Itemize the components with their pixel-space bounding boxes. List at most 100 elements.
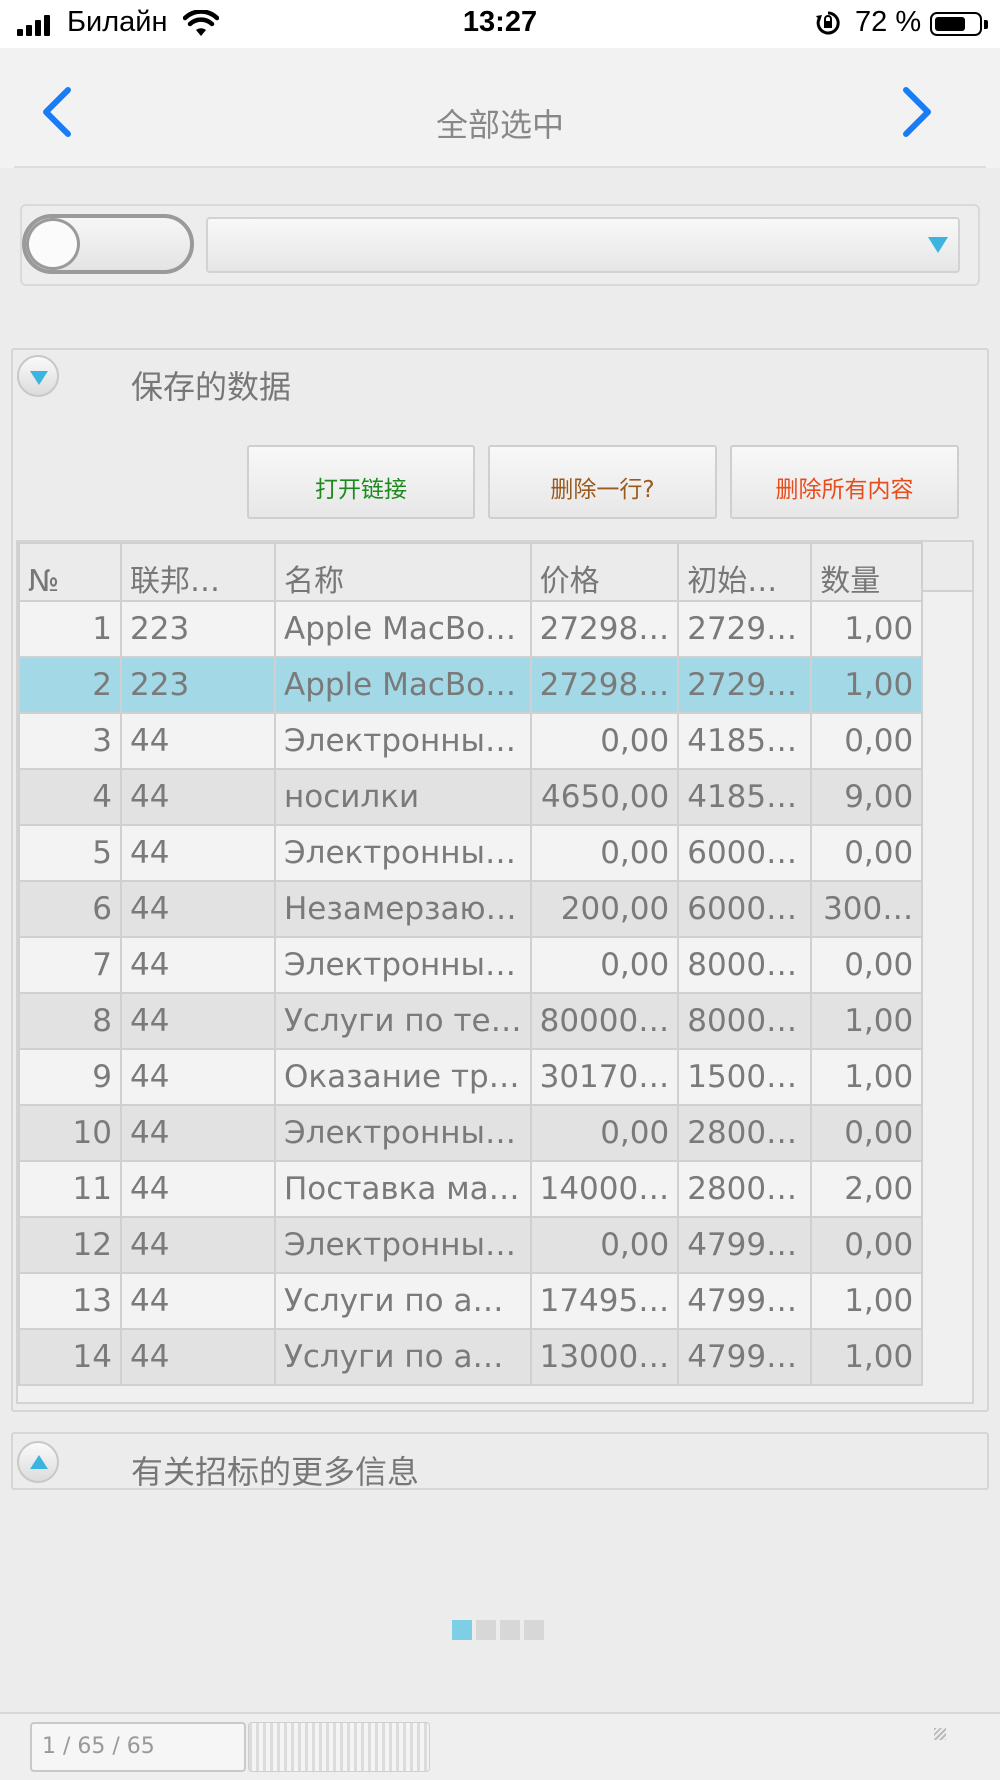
table-row[interactable]: 4 44 носилки 4650,00 4185… 9,00 <box>18 768 924 826</box>
cell-price[interactable]: 200,00 <box>529 880 680 938</box>
cell-name[interactable]: Услуги по а… <box>274 1328 532 1386</box>
cell-quantity[interactable]: 1,00 <box>810 992 924 1050</box>
cell-number[interactable]: 12 <box>18 1216 122 1274</box>
cell-number[interactable]: 3 <box>18 712 122 770</box>
cell-initial[interactable]: 6000… <box>677 824 813 882</box>
cell-initial[interactable]: 4799… <box>677 1272 813 1330</box>
cell-initial[interactable]: 2800… <box>677 1104 813 1162</box>
cell-price[interactable]: 30170… <box>529 1048 680 1106</box>
column-header-name[interactable]: 名称 <box>274 542 532 602</box>
data-grid[interactable]: № 联邦… 名称 价格 初始… 数量 1 223 Apple MacBo… 27298… <box>16 540 974 1404</box>
cell-initial[interactable]: 8000… <box>677 936 813 994</box>
delete-all-button[interactable]: 删除所有内容 <box>730 445 959 519</box>
table-row[interactable]: 10 44 Электронны… 0,00 2800… 0,00 <box>18 1104 924 1162</box>
cell-quantity[interactable]: 300… <box>810 880 924 938</box>
cell-name[interactable]: Незамерзаю… <box>274 880 532 938</box>
table-row[interactable]: 1 223 Apple MacBo… 27298… 2729… 1,00 <box>18 600 924 658</box>
cell-price[interactable]: 14000… <box>529 1160 680 1218</box>
cell-price[interactable]: 4650,00 <box>529 768 680 826</box>
table-row[interactable]: 7 44 Электронны… 0,00 8000… 0,00 <box>18 936 924 994</box>
cell-name[interactable]: Электронны… <box>274 1216 532 1274</box>
cell-law[interactable]: 223 <box>120 656 276 714</box>
cell-law[interactable]: 44 <box>120 1216 276 1274</box>
cell-quantity[interactable]: 2,00 <box>810 1160 924 1218</box>
cell-law[interactable]: 44 <box>120 992 276 1050</box>
cell-quantity[interactable]: 0,00 <box>810 1216 924 1274</box>
table-row[interactable]: 13 44 Услуги по а… 17495… 4799… 1,00 <box>18 1272 924 1330</box>
page-dot[interactable] <box>452 1620 472 1640</box>
cell-quantity[interactable]: 0,00 <box>810 936 924 994</box>
cell-quantity[interactable]: 1,00 <box>810 1048 924 1106</box>
cell-name[interactable]: Оказание тр… <box>274 1048 532 1106</box>
cell-name[interactable]: Электронны… <box>274 712 532 770</box>
record-position-field[interactable]: 1 / 65 / 65 <box>30 1722 246 1772</box>
cell-quantity[interactable]: 0,00 <box>810 1104 924 1162</box>
cell-number[interactable]: 6 <box>18 880 122 938</box>
cell-number[interactable]: 7 <box>18 936 122 994</box>
table-row[interactable]: 12 44 Электронны… 0,00 4799… 0,00 <box>18 1216 924 1274</box>
column-header-price[interactable]: 价格 <box>529 542 680 602</box>
cell-initial[interactable]: 8000… <box>677 992 813 1050</box>
cell-name[interactable]: носилки <box>274 768 532 826</box>
cell-price[interactable]: 0,00 <box>529 1216 680 1274</box>
table-row[interactable]: 9 44 Оказание тр… 30170… 1500… 1,00 <box>18 1048 924 1106</box>
table-row[interactable]: 3 44 Электронны… 0,00 4185… 0,00 <box>18 712 924 770</box>
table-row[interactable]: 8 44 Услуги по те… 80000… 8000… 1,00 <box>18 992 924 1050</box>
cell-law[interactable]: 44 <box>120 936 276 994</box>
delete-row-button[interactable]: 删除一行? <box>488 445 717 519</box>
column-header-law[interactable]: 联邦… <box>120 542 276 602</box>
cell-quantity[interactable]: 0,00 <box>810 824 924 882</box>
cell-law[interactable]: 44 <box>120 880 276 938</box>
cell-price[interactable]: 0,00 <box>529 824 680 882</box>
cell-number[interactable]: 11 <box>18 1160 122 1218</box>
dropdown-arrow-icon[interactable] <box>928 237 948 253</box>
cell-number[interactable]: 9 <box>18 1048 122 1106</box>
filter-select[interactable] <box>206 217 960 273</box>
cell-name[interactable]: Услуги по те… <box>274 992 532 1050</box>
toggle-knob[interactable] <box>26 218 80 270</box>
cell-number[interactable]: 8 <box>18 992 122 1050</box>
cell-quantity[interactable]: 1,00 <box>810 600 924 658</box>
page-dot[interactable] <box>500 1620 520 1640</box>
cell-price[interactable]: 17495… <box>529 1272 680 1330</box>
cell-name[interactable]: Apple MacBo… <box>274 600 532 658</box>
cell-law[interactable]: 223 <box>120 600 276 658</box>
scroll-handle[interactable] <box>248 1722 430 1772</box>
cell-price[interactable]: 27298… <box>529 600 680 658</box>
cell-number[interactable]: 4 <box>18 768 122 826</box>
cell-law[interactable]: 44 <box>120 768 276 826</box>
page-dot[interactable] <box>476 1620 496 1640</box>
cell-initial[interactable]: 2729… <box>677 600 813 658</box>
cell-number[interactable]: 13 <box>18 1272 122 1330</box>
cell-quantity[interactable]: 1,00 <box>810 1328 924 1386</box>
cell-quantity[interactable]: 0,00 <box>810 712 924 770</box>
table-row[interactable]: 14 44 Услуги по а… 13000… 4799… 1,00 <box>18 1328 924 1386</box>
table-row[interactable]: 6 44 Незамерзаю… 200,00 6000… 300… <box>18 880 924 938</box>
cell-number[interactable]: 14 <box>18 1328 122 1386</box>
cell-price[interactable]: 27298… <box>529 656 680 714</box>
column-header-number[interactable]: № <box>18 542 122 602</box>
cell-initial[interactable]: 2800… <box>677 1160 813 1218</box>
cell-number[interactable]: 2 <box>18 656 122 714</box>
cell-law[interactable]: 44 <box>120 824 276 882</box>
cell-initial[interactable]: 2729… <box>677 656 813 714</box>
cell-price[interactable]: 0,00 <box>529 712 680 770</box>
cell-law[interactable]: 44 <box>120 1104 276 1162</box>
cell-initial[interactable]: 4799… <box>677 1216 813 1274</box>
chevron-right-icon[interactable] <box>894 82 938 142</box>
cell-initial[interactable]: 4799… <box>677 1328 813 1386</box>
cell-price[interactable]: 0,00 <box>529 936 680 994</box>
cell-name[interactable]: Apple MacBo… <box>274 656 532 714</box>
column-header-initial[interactable]: 初始… <box>677 542 813 602</box>
column-header-quantity[interactable]: 数量 <box>810 542 924 602</box>
cell-initial[interactable]: 6000… <box>677 880 813 938</box>
cell-price[interactable]: 0,00 <box>529 1104 680 1162</box>
open-link-button[interactable]: 打开链接 <box>247 445 475 519</box>
data-table[interactable]: № 联邦… 名称 价格 初始… 数量 1 223 Apple MacBo… 27298… <box>18 542 924 1386</box>
cell-name[interactable]: Услуги по а… <box>274 1272 532 1330</box>
resize-grip-icon[interactable] <box>934 1728 946 1740</box>
cell-name[interactable]: Электронны… <box>274 824 532 882</box>
cell-name[interactable]: Электронны… <box>274 936 532 994</box>
cell-number[interactable]: 10 <box>18 1104 122 1162</box>
cell-initial[interactable]: 4185… <box>677 768 813 826</box>
